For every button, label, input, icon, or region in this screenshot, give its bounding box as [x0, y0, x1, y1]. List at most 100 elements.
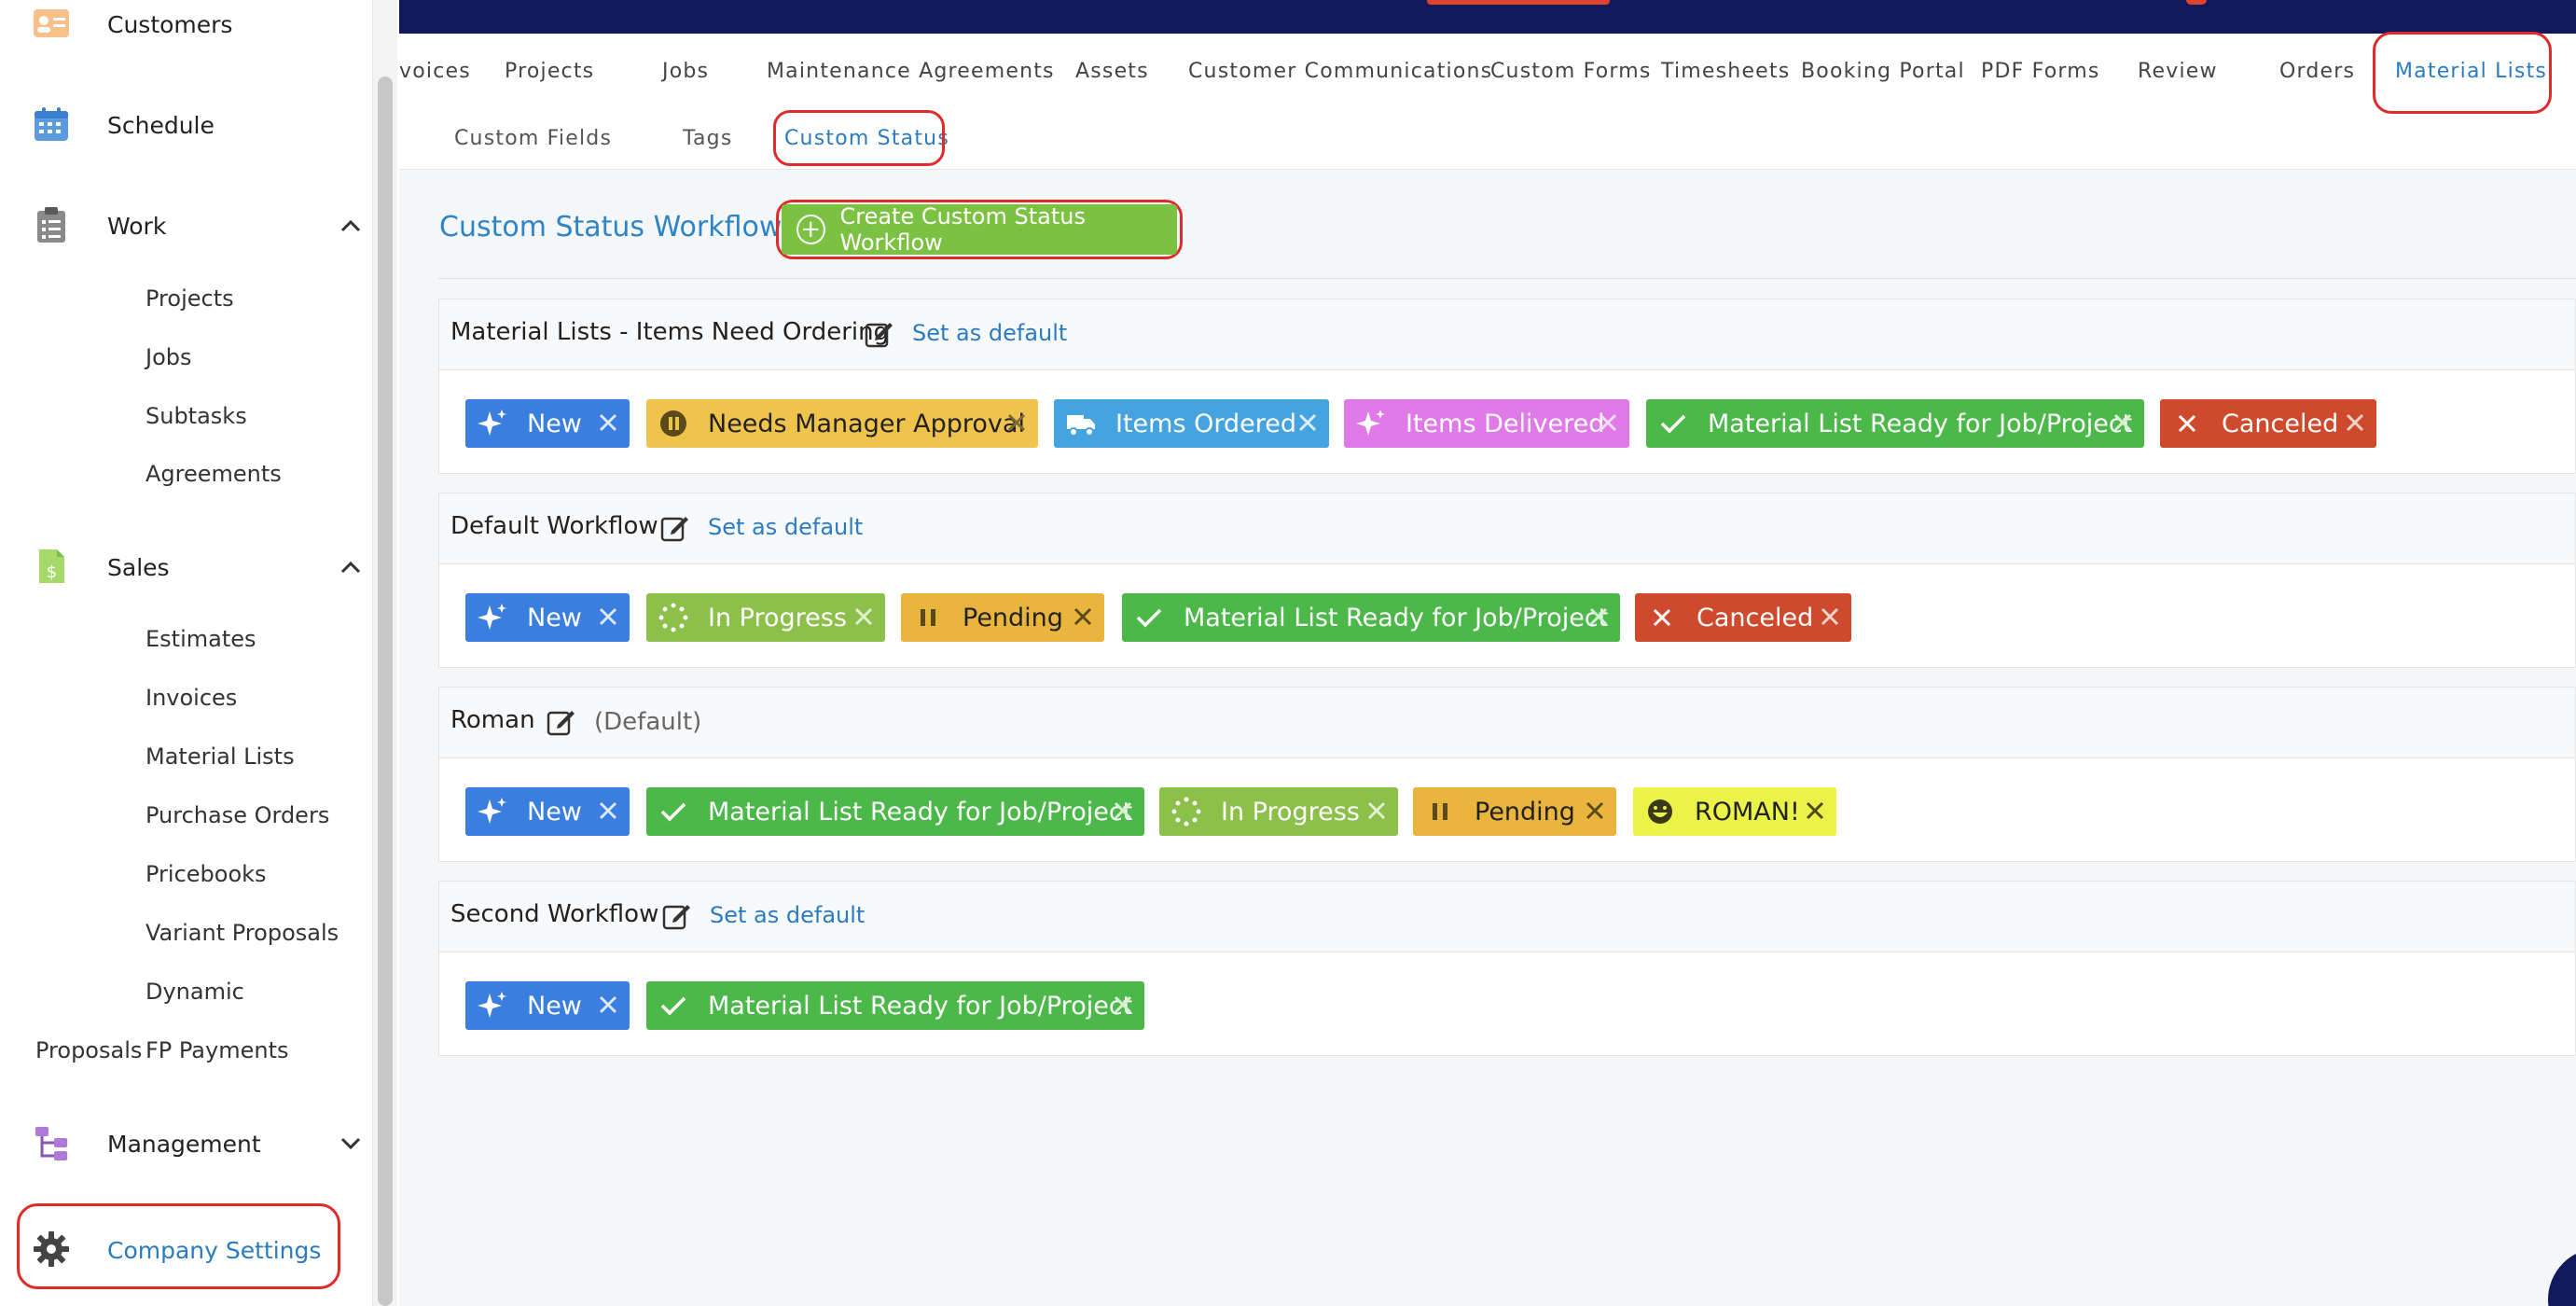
remove-icon[interactable] — [596, 604, 620, 629]
chevron-up-icon[interactable] — [338, 213, 364, 239]
clipboard-icon — [37, 207, 65, 243]
sidebar-item-proposals[interactable]: Proposals — [35, 1037, 142, 1063]
sidebar-item-invoices[interactable]: Invoices — [145, 685, 237, 711]
subtab-tags[interactable]: Tags — [683, 127, 733, 150]
sidebar-item-management[interactable]: Management — [107, 1131, 261, 1158]
remove-icon[interactable] — [2111, 410, 2135, 435]
status-label: Needs Manager Approval — [708, 409, 1025, 438]
status-label: Pending — [1475, 797, 1575, 827]
set-as-default-link[interactable]: Set as default — [912, 320, 1067, 346]
remove-icon[interactable] — [1071, 604, 1095, 629]
pause-icon — [1424, 796, 1456, 827]
tab-booking-portal[interactable]: Booking Portal — [1801, 60, 1965, 83]
status-label: In Progress — [1221, 797, 1360, 827]
sidebar-item-dynamic[interactable]: Dynamic — [145, 979, 244, 1005]
sidebar-item-projects[interactable]: Projects — [145, 285, 234, 312]
remove-icon[interactable] — [1596, 410, 1620, 435]
tab-assets[interactable]: Assets — [1075, 60, 1149, 83]
remove-icon[interactable] — [1364, 799, 1389, 823]
status-chip[interactable]: Material List Ready for Job/Project — [1646, 399, 2144, 448]
sidebar-item-schedule[interactable]: Schedule — [107, 112, 215, 139]
edit-icon[interactable] — [659, 512, 691, 544]
sidebar-item-subtasks[interactable]: Subtasks — [145, 403, 247, 429]
set-as-default-link[interactable]: Set as default — [710, 902, 865, 928]
status-label: New — [527, 991, 582, 1021]
remove-icon[interactable] — [1803, 799, 1827, 823]
remove-icon[interactable] — [2343, 410, 2367, 435]
status-chip[interactable]: Items Ordered — [1054, 399, 1329, 448]
tab-timesheets[interactable]: Timesheets — [1661, 60, 1790, 83]
sidebar-item-fp-payments[interactable]: FP Payments — [145, 1037, 288, 1063]
status-chip[interactable]: Pending — [1413, 787, 1616, 836]
status-label: New — [527, 797, 582, 827]
sidebar-item-material-lists[interactable]: Material Lists — [145, 743, 295, 770]
remove-icon[interactable] — [1818, 604, 1842, 629]
workflow-title: Default Workflow — [450, 512, 658, 540]
remove-icon[interactable] — [1004, 410, 1029, 435]
tab-pdf-forms[interactable]: PDF Forms — [1981, 60, 2100, 83]
sidebar-item-agreements[interactable]: Agreements — [145, 461, 282, 487]
status-chip[interactable]: In Progress — [646, 593, 885, 642]
edit-icon[interactable] — [661, 900, 693, 932]
status-chip[interactable]: Canceled — [1635, 593, 1851, 642]
sidebar-item-jobs[interactable]: Jobs — [145, 344, 192, 370]
status-chip[interactable]: ROMAN! — [1633, 787, 1836, 836]
tab-review[interactable]: Review — [2138, 60, 2218, 83]
status-label: ROMAN! — [1695, 797, 1800, 827]
remove-icon[interactable] — [1586, 604, 1611, 629]
remove-icon[interactable] — [1583, 799, 1607, 823]
chevron-up-icon[interactable] — [338, 554, 364, 580]
status-chip[interactable]: Items Delivered — [1344, 399, 1629, 448]
tab-jobs[interactable]: Jobs — [662, 60, 709, 83]
workflow-card: Second Workflow Set as default New Mater… — [438, 881, 2576, 1056]
sidebar-item-purchase-orders[interactable]: Purchase Orders — [145, 802, 329, 828]
chevron-down-icon[interactable] — [338, 1131, 364, 1157]
dollar-document-icon: $ — [39, 549, 64, 583]
subtab-custom-fields[interactable]: Custom Fields — [454, 127, 612, 150]
tab-orders[interactable]: Orders — [2279, 60, 2355, 83]
status-label: Material List Ready for Job/Project — [1708, 409, 2133, 438]
sidebar-scrollbar-thumb[interactable] — [378, 76, 393, 1306]
status-chip[interactable]: New — [465, 399, 630, 448]
edit-icon[interactable] — [546, 706, 577, 738]
status-chip[interactable]: Material List Ready for Job/Project — [1122, 593, 1620, 642]
status-chip[interactable]: Canceled — [2160, 399, 2376, 448]
tab-maintenance-agreements[interactable]: Maintenance Agreements — [767, 60, 1055, 83]
org-chart-icon — [35, 1127, 67, 1160]
status-chip[interactable]: New — [465, 981, 630, 1030]
remove-icon[interactable] — [596, 410, 620, 435]
edit-icon[interactable] — [864, 318, 895, 350]
sparkle-icon — [477, 408, 508, 439]
status-label: Material List Ready for Job/Project — [708, 797, 1133, 827]
remove-icon[interactable] — [1111, 799, 1135, 823]
sidebar-item-variant-proposals[interactable]: Variant Proposals — [145, 920, 339, 946]
sidebar-item-work[interactable]: Work — [107, 213, 166, 240]
remove-icon[interactable] — [1295, 410, 1320, 435]
remove-icon[interactable] — [1111, 993, 1135, 1017]
set-as-default-link[interactable]: Set as default — [708, 514, 863, 540]
status-chip[interactable]: Material List Ready for Job/Project — [646, 981, 1144, 1030]
status-chip[interactable]: Needs Manager Approval — [646, 399, 1038, 448]
status-chip[interactable]: New — [465, 787, 630, 836]
tab-projects[interactable]: Projects — [505, 60, 594, 83]
create-workflow-button[interactable]: + Create Custom Status Workflow — [782, 203, 1177, 256]
sidebar-item-pricebooks[interactable]: Pricebooks — [145, 861, 267, 887]
sub-tab-bar: Custom Fields Tags Custom Status — [399, 116, 2576, 170]
remove-icon[interactable] — [852, 604, 876, 629]
sidebar-item-customers[interactable]: Customers — [107, 11, 232, 38]
tab-invoices[interactable]: voices — [399, 60, 471, 83]
sidebar-item-estimates[interactable]: Estimates — [145, 626, 256, 652]
status-chip[interactable]: In Progress — [1159, 787, 1398, 836]
remove-icon[interactable] — [596, 799, 620, 823]
remove-icon[interactable] — [596, 993, 620, 1017]
x-icon — [2171, 408, 2203, 439]
status-label: New — [527, 603, 582, 632]
tab-custom-forms[interactable]: Custom Forms — [1490, 60, 1652, 83]
status-chip[interactable]: New — [465, 593, 630, 642]
workflow-header: Default Workflow Set as default — [439, 493, 2575, 564]
tab-customer-communications[interactable]: Customer Communications — [1188, 60, 1492, 83]
sidebar-item-sales[interactable]: Sales — [107, 554, 170, 581]
status-chip[interactable]: Material List Ready for Job/Project — [646, 787, 1144, 836]
status-chip[interactable]: Pending — [901, 593, 1104, 642]
svg-text:$: $ — [47, 563, 57, 582]
